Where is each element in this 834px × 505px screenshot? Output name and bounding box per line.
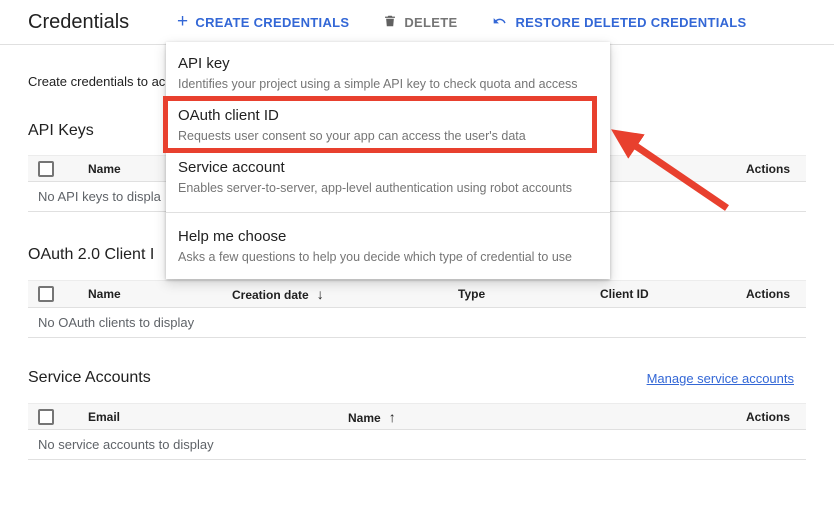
service-accounts-column-actions: Actions — [746, 410, 806, 424]
menu-item-oauth-client-id[interactable]: OAuth client ID Requests user consent so… — [166, 100, 610, 152]
manage-service-accounts-link[interactable]: Manage service accounts — [647, 371, 794, 386]
oauth-clients-empty-row: No OAuth clients to display — [28, 308, 806, 338]
oauth-column-type: Type — [458, 287, 600, 301]
page-title: Credentials — [28, 11, 129, 34]
credentials-page: Credentials + CREATE CREDENTIALS DELETE … — [0, 0, 834, 505]
api-keys-select-all-checkbox[interactable] — [38, 161, 54, 177]
oauth-column-actions: Actions — [746, 287, 806, 301]
service-accounts-table-header: Email Name↑ Actions — [28, 403, 806, 430]
service-accounts-empty-row: No service accounts to display — [28, 430, 806, 460]
service-accounts-heading: Service Accounts — [28, 369, 151, 387]
menu-item-api-key[interactable]: API key Identifies your project using a … — [166, 48, 610, 100]
restore-label: RESTORE DELETED CREDENTIALS — [515, 15, 746, 30]
delete-button[interactable]: DELETE — [383, 13, 457, 32]
api-keys-column-actions: Actions — [746, 162, 806, 176]
service-accounts-table: Email Name↑ Actions No service accounts … — [28, 403, 806, 460]
menu-item-help-me-choose[interactable]: Help me choose Asks a few questions to h… — [166, 221, 610, 273]
oauth-column-client-id: Client ID — [600, 287, 740, 301]
top-toolbar: Credentials + CREATE CREDENTIALS DELETE … — [0, 0, 834, 45]
api-keys-heading: API Keys — [28, 122, 94, 140]
oauth-clients-heading: OAuth 2.0 Client I — [28, 246, 154, 264]
oauth-clients-table-header: Name Creation date↓ Type Client ID Actio… — [28, 280, 806, 308]
oauth-clients-select-all-checkbox[interactable] — [38, 286, 54, 302]
oauth-column-creation-date[interactable]: Creation date↓ — [232, 286, 458, 302]
service-accounts-select-all-checkbox[interactable] — [38, 409, 54, 425]
sort-descending-icon: ↓ — [317, 286, 324, 302]
restore-deleted-credentials-button[interactable]: RESTORE DELETED CREDENTIALS — [491, 14, 746, 31]
oauth-column-name: Name — [88, 287, 232, 301]
service-accounts-column-name[interactable]: Name↑ — [348, 409, 548, 425]
trash-icon — [383, 13, 397, 32]
sort-ascending-icon: ↑ — [389, 409, 396, 425]
create-credentials-menu: API key Identifies your project using a … — [166, 42, 610, 279]
oauth-clients-table: Name Creation date↓ Type Client ID Actio… — [28, 280, 806, 338]
menu-item-service-account[interactable]: Service account Enables server-to-server… — [166, 152, 610, 204]
create-credentials-label: CREATE CREDENTIALS — [195, 15, 349, 30]
service-accounts-column-email: Email — [88, 410, 348, 424]
plus-icon: + — [177, 14, 188, 30]
undo-arrow-icon — [491, 14, 508, 31]
delete-label: DELETE — [404, 15, 457, 30]
intro-text: Create credentials to ac — [28, 74, 165, 89]
toolbar-actions: + CREATE CREDENTIALS DELETE RESTORE DELE… — [177, 0, 747, 45]
menu-divider — [166, 212, 610, 213]
create-credentials-button[interactable]: + CREATE CREDENTIALS — [177, 15, 349, 30]
